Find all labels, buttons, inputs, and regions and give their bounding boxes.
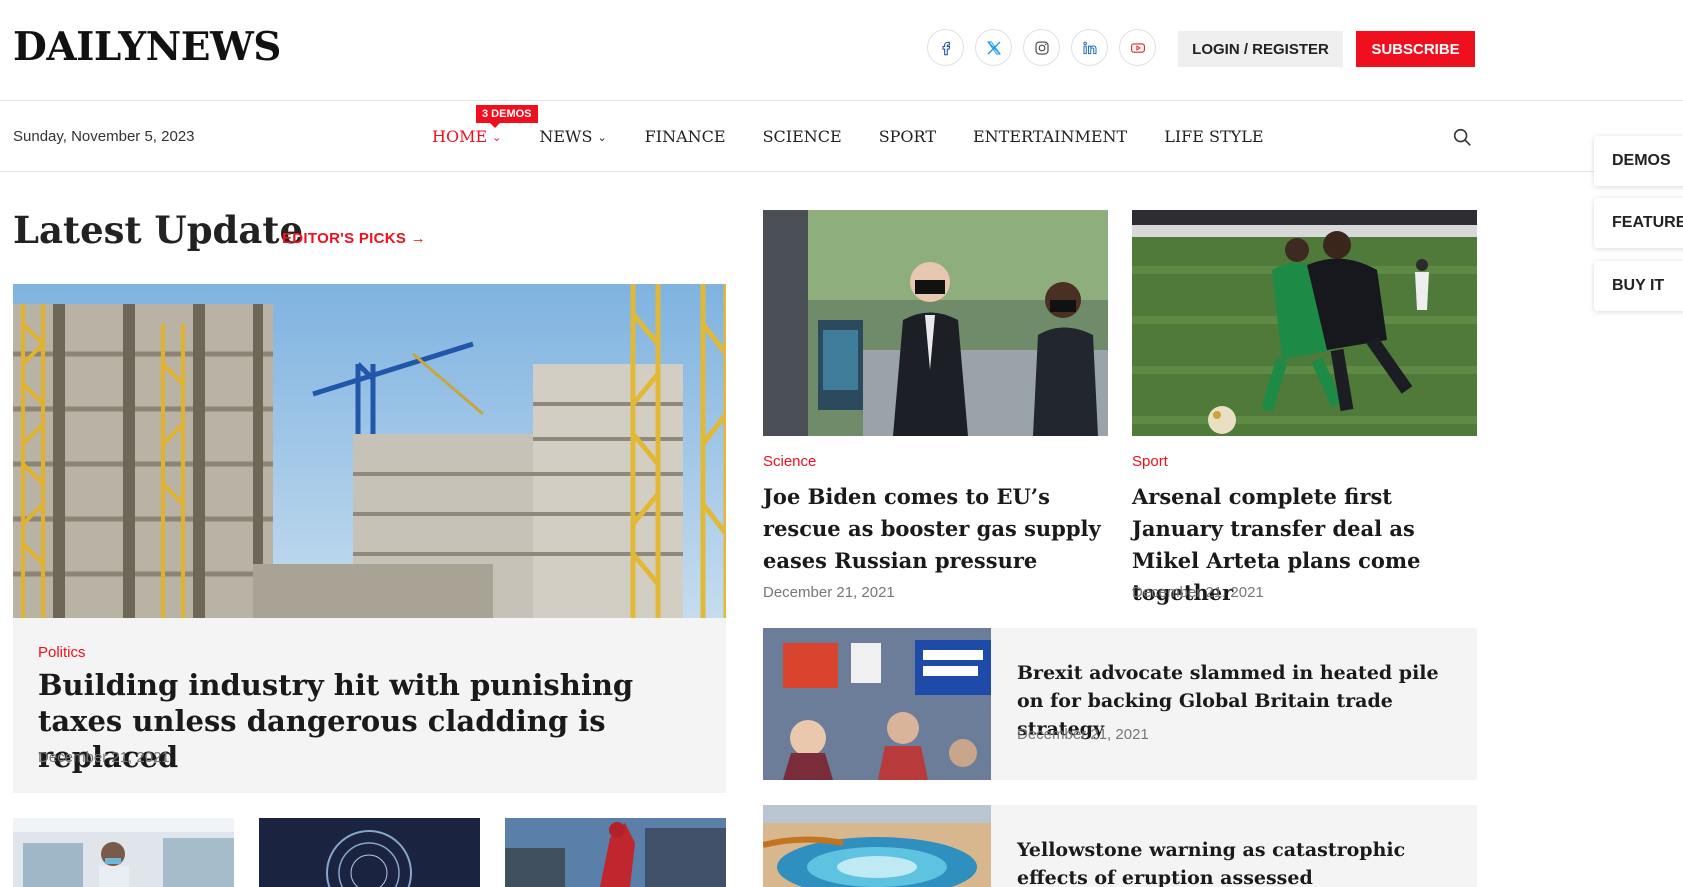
instagram-icon[interactable]: [1023, 29, 1060, 66]
nav-item-finance[interactable]: FINANCE: [645, 127, 726, 146]
thumbnail-image[interactable]: [13, 818, 234, 887]
category-label[interactable]: Science: [763, 453, 816, 470]
thumbnail-image[interactable]: [259, 818, 480, 887]
subscribe-button[interactable]: SUBSCRIBE: [1356, 31, 1475, 67]
nav-item-home[interactable]: HOME ⌄ 3 DEMOS: [432, 105, 538, 146]
youtube-icon[interactable]: [1119, 29, 1156, 66]
article-date: December 21, 2021: [1132, 584, 1264, 601]
x-twitter-icon[interactable]: [975, 29, 1012, 66]
article-title[interactable]: Joe Biden comes to EU’s rescue as booste…: [763, 481, 1108, 577]
feature-image[interactable]: [13, 284, 726, 618]
article-date: December 21, 2021: [763, 584, 895, 601]
nav-item-news[interactable]: NEWS ⌄: [539, 127, 606, 146]
category-label[interactable]: Sport: [1132, 453, 1168, 470]
feature-article-card[interactable]: Politics Building industry hit with puni…: [13, 618, 726, 793]
nav-item-science[interactable]: SCIENCE: [763, 127, 842, 146]
list-article-card[interactable]: Brexit advocate slammed in heated pile o…: [763, 628, 1477, 780]
side-tab-features[interactable]: FEATURES: [1594, 198, 1683, 248]
article-date: December 21, 2021: [1017, 726, 1149, 743]
thumbnail-image[interactable]: [505, 818, 726, 887]
linkedin-icon[interactable]: [1071, 29, 1108, 66]
main-navbar: Sunday, November 5, 2023 HOME ⌄ 3 DEMOS …: [0, 102, 1683, 172]
section-title: Latest Update: [13, 208, 304, 252]
login-register-button[interactable]: LOGIN / REGISTER: [1178, 31, 1343, 67]
side-tab-demos[interactable]: DEMOS: [1594, 136, 1683, 186]
social-links: [927, 29, 1156, 66]
nav-item-label: NEWS: [539, 127, 593, 146]
nav-item-label: HOME: [432, 127, 488, 146]
chevron-down-icon: ⌄: [597, 131, 607, 144]
search-icon[interactable]: [1451, 126, 1473, 148]
main-menu: HOME ⌄ 3 DEMOS NEWS ⌄ FINANCE SCIENCE SP…: [432, 105, 1264, 146]
list-article-card[interactable]: Yellowstone warning as catastrophic effe…: [763, 805, 1477, 887]
article-image[interactable]: [763, 210, 1108, 436]
article-image[interactable]: [763, 805, 991, 887]
demos-badge: 3 DEMOS: [476, 105, 538, 128]
editors-picks-link[interactable]: EDITOR'S PICKS →: [282, 230, 426, 247]
nav-item-label: ENTERTAINMENT: [972, 127, 1128, 146]
article-title[interactable]: Yellowstone warning as catastrophic effe…: [1017, 836, 1457, 887]
nav-item-label: FINANCE: [644, 127, 726, 146]
article-image[interactable]: [1132, 210, 1477, 436]
article-image[interactable]: [763, 628, 991, 780]
site-header: DAILYNEWS LOGIN / REGISTER SUBSCRIBE: [0, 0, 1683, 101]
side-tab-buy-it[interactable]: BUY IT: [1594, 261, 1683, 311]
facebook-icon[interactable]: [927, 29, 964, 66]
nav-item-label: LIFE STYLE: [1164, 127, 1264, 146]
nav-item-label: SCIENCE: [762, 127, 842, 146]
category-label[interactable]: Politics: [38, 644, 86, 661]
nav-item-life-style[interactable]: LIFE STYLE: [1164, 127, 1263, 146]
nav-item-label: SPORT: [878, 127, 936, 146]
article-date: December 21, 2021: [38, 749, 170, 766]
chevron-down-icon: ⌄: [492, 131, 502, 144]
nav-item-sport[interactable]: SPORT: [879, 127, 936, 146]
site-logo[interactable]: DAILYNEWS: [13, 24, 281, 70]
current-date: Sunday, November 5, 2023: [13, 128, 195, 145]
nav-item-entertainment[interactable]: ENTERTAINMENT: [973, 127, 1127, 146]
